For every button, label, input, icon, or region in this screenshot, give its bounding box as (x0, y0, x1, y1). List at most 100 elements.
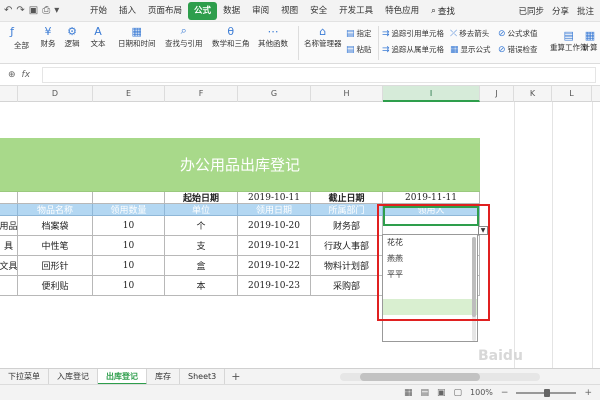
tab-features[interactable]: 特色应用 (379, 2, 425, 20)
header-item-name[interactable]: 物品名称 (18, 204, 93, 216)
math-button[interactable]: θ 数学和三角 (212, 24, 250, 49)
item-name-cell[interactable]: 档案袋 (18, 216, 93, 236)
item-name-cell[interactable]: 回形针 (18, 256, 93, 276)
tab-insert[interactable]: 插入 (113, 2, 142, 20)
synced-button[interactable]: 已同步 (518, 5, 544, 17)
datetime-button[interactable]: ▦ 日期和时间 (118, 24, 156, 49)
header-quantity[interactable]: 领用数量 (93, 204, 165, 216)
column-header-g[interactable]: G (238, 86, 311, 102)
quantity-cell[interactable]: 10 (93, 256, 165, 276)
dropdown-option[interactable]: 花花 (383, 235, 477, 251)
zoom-icon[interactable]: ⊕ (8, 70, 16, 80)
reading-mode-icon[interactable]: ▢ (454, 388, 463, 398)
column-header-d[interactable]: D (18, 86, 93, 102)
tab-security[interactable]: 安全 (304, 2, 333, 20)
validation-dropdown-list[interactable]: 花花 燕燕 平平 (382, 234, 478, 342)
evaluate-formula-button[interactable]: ⊘ 公式求值 (498, 28, 538, 39)
dropdown-scroll-thumb[interactable] (472, 237, 476, 317)
date-cell[interactable]: 2019-10-21 (238, 236, 311, 256)
quantity-cell[interactable]: 10 (93, 236, 165, 256)
sheet-title[interactable]: 办公用品出库登记 (0, 138, 480, 192)
dropdown-arrow-button[interactable]: ▼ (478, 226, 488, 235)
category-cell[interactable]: 用品 (0, 216, 18, 236)
dropdown-option[interactable]: 燕燕 (383, 251, 477, 267)
date-cell[interactable]: 2019-10-23 (238, 276, 311, 296)
zoom-in-icon[interactable]: + (584, 388, 592, 398)
cell[interactable] (18, 192, 93, 204)
all-functions-button[interactable]: 全部 (14, 40, 29, 51)
category-cell[interactable]: 具 (0, 236, 18, 256)
date-cell[interactable]: 2019-10-22 (238, 256, 311, 276)
trace-dependents-button[interactable]: ⇉ 追踪从属单元格 (382, 44, 444, 55)
start-date-label[interactable]: 起始日期 (165, 192, 238, 204)
end-date-value[interactable]: 2019-11-11 (383, 192, 480, 204)
tab-formulas[interactable]: 公式 (188, 1, 218, 20)
remove-arrows-button[interactable]: ⤫ 移去箭头 (450, 28, 489, 39)
comment-button[interactable]: 批注 (577, 5, 594, 17)
sheet-tab-sheet3[interactable]: Sheet3 (180, 368, 226, 385)
dropdown-scrollbar[interactable] (472, 237, 476, 341)
error-check-button[interactable]: ⊘ 错误检查 (498, 44, 538, 55)
column-header-f[interactable]: F (165, 86, 238, 102)
add-sheet-button[interactable]: + (225, 370, 246, 383)
unit-cell[interactable]: 支 (165, 236, 238, 256)
page-break-icon[interactable]: ▣ (437, 388, 446, 398)
paste-name-button[interactable]: ▤ 粘贴 (346, 44, 372, 55)
active-cell[interactable] (383, 206, 479, 226)
column-header-j[interactable]: J (480, 86, 514, 102)
share-button[interactable]: 分享 (552, 5, 569, 17)
horizontal-scrollbar[interactable] (340, 372, 540, 381)
tab-review[interactable]: 审阅 (246, 2, 275, 20)
column-header-h[interactable]: H (311, 86, 383, 102)
lookup-button[interactable]: ⌕ 查找与引用 (165, 24, 203, 49)
dropdown-option-highlighted[interactable] (383, 299, 477, 315)
tab-page-layout[interactable]: 页面布局 (142, 2, 188, 20)
tab-data[interactable]: 数据 (217, 2, 246, 20)
quantity-cell[interactable]: 10 (93, 216, 165, 236)
header-unit[interactable]: 单位 (165, 204, 238, 216)
financial-button[interactable]: ¥ 财务 (40, 24, 56, 49)
unit-cell[interactable]: 本 (165, 276, 238, 296)
dropdown-option[interactable]: 平平 (383, 267, 477, 283)
worksheet-grid[interactable]: 办公用品出库登记 起始日期 2019-10-11 截止日期 2019-11-11… (0, 102, 600, 368)
redo-icon[interactable]: ↷ (16, 5, 24, 16)
insert-function-button[interactable]: ƒ (4, 24, 20, 38)
column-header-k[interactable]: K (514, 86, 552, 102)
header-department[interactable]: 所属部门 (311, 204, 383, 216)
name-manager-button[interactable]: ⌂ 名称管理器 (304, 24, 342, 49)
quantity-cell[interactable]: 10 (93, 276, 165, 296)
trace-precedents-button[interactable]: ⇉ 追踪引用单元格 (382, 28, 444, 39)
column-header-partial[interactable] (0, 86, 18, 102)
sheet-tab-inventory[interactable]: 库存 (147, 368, 180, 385)
cell[interactable] (93, 192, 165, 204)
fx-label[interactable]: fx (22, 70, 31, 80)
show-formulas-button[interactable]: ▦ 显示公式 (450, 44, 491, 55)
department-cell[interactable]: 采购部 (311, 276, 383, 296)
zoom-slider[interactable] (516, 388, 577, 397)
logical-button[interactable]: ⚙ 逻辑 (64, 24, 80, 49)
department-cell[interactable]: 行政人事部 (311, 236, 383, 256)
column-header-l[interactable]: L (552, 86, 592, 102)
sheet-tab-inbound[interactable]: 入库登记 (49, 368, 98, 385)
horizontal-scroll-thumb[interactable] (360, 372, 480, 381)
zoom-out-icon[interactable]: − (501, 388, 509, 398)
more-functions-button[interactable]: ⋯ 其他函数 (258, 24, 288, 49)
sheet-tab-dropdown[interactable]: 下拉菜单 (0, 368, 49, 385)
more-icon[interactable]: ▾ (54, 5, 59, 16)
unit-cell[interactable]: 盒 (165, 256, 238, 276)
header-date[interactable]: 领用日期 (238, 204, 311, 216)
sheet-tab-outbound[interactable]: 出库登记 (98, 368, 147, 385)
item-name-cell[interactable]: 便利贴 (18, 276, 93, 296)
department-cell[interactable]: 物料计划部 (311, 256, 383, 276)
unit-cell[interactable]: 个 (165, 216, 238, 236)
start-date-value[interactable]: 2019-10-11 (238, 192, 311, 204)
item-name-cell[interactable]: 中性笔 (18, 236, 93, 256)
column-header-e[interactable]: E (93, 86, 165, 102)
calculate-button[interactable]: ▦ 计算 (582, 28, 598, 53)
cell[interactable] (0, 192, 18, 204)
end-date-label[interactable]: 截止日期 (311, 192, 383, 204)
tab-view[interactable]: 视图 (275, 2, 304, 20)
define-name-button[interactable]: ▤ 指定 (346, 28, 372, 39)
tab-home[interactable]: 开始 (84, 2, 113, 20)
zoom-slider-knob[interactable] (544, 388, 551, 397)
